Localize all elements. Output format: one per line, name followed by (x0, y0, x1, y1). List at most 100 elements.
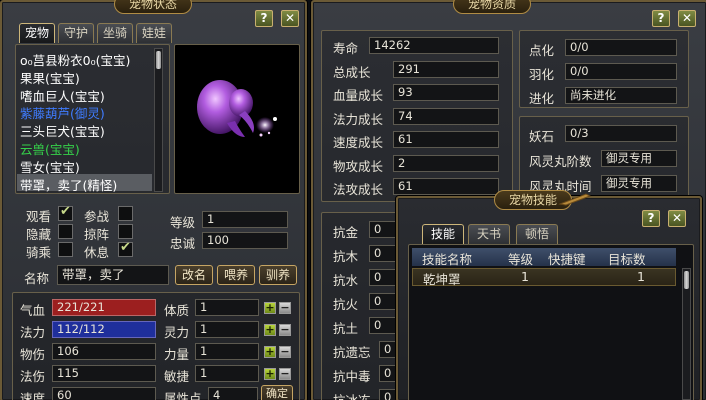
level-label: 等级 (170, 215, 196, 230)
help-button[interactable]: ? (255, 10, 273, 27)
stat-label: 法攻成长 (333, 182, 384, 197)
resist-label: 抗木 (333, 249, 359, 264)
pet-portrait (174, 44, 300, 194)
point-stat-label: 进化 (529, 91, 555, 106)
con-minus-button[interactable]: − (279, 302, 291, 314)
help-button[interactable]: ? (642, 210, 660, 227)
resist-label: 抗冰冻 (333, 390, 371, 400)
skill-list-scrollbar[interactable] (682, 268, 691, 400)
stat-value: 93 (393, 84, 499, 101)
name-label: 名称 (24, 271, 50, 286)
agi-plus-button[interactable]: + (264, 368, 276, 380)
rename-button[interactable]: 改名 (175, 265, 213, 285)
str-label: 力量 (164, 347, 190, 362)
speed-label: 速度 (20, 391, 46, 400)
col-skill-name: 技能名称 (422, 252, 473, 267)
skill-level: 1 (521, 269, 529, 284)
stat-value: 74 (393, 107, 499, 125)
resist-label: 抗火 (333, 297, 359, 312)
str-minus-button[interactable]: − (279, 346, 291, 358)
con-plus-button[interactable]: + (264, 302, 276, 314)
help-button[interactable]: ? (652, 10, 670, 27)
int-minus-button[interactable]: − (279, 324, 291, 336)
con-label: 体质 (164, 303, 190, 318)
tab-dunwu[interactable]: 顿悟 (516, 224, 558, 244)
resist-label: 抗中毒 (333, 369, 371, 384)
stat-label: 寿命 (333, 41, 359, 56)
matk-value: 115 (52, 365, 156, 382)
checkbox-label-rest: 休息 (84, 245, 110, 260)
close-button[interactable]: ✕ (668, 210, 686, 227)
tab-pet[interactable]: 宠物 (19, 23, 55, 43)
list-item[interactable]: 紫藤葫芦(御灵) (20, 103, 105, 122)
scroll-thumb[interactable] (156, 51, 161, 69)
resist-label: 抗金 (333, 225, 359, 240)
stat-value: 61 (393, 131, 499, 148)
int-plus-button[interactable]: + (264, 324, 276, 336)
tab-mount[interactable]: 坐骑 (97, 23, 133, 43)
close-button[interactable]: ✕ (678, 10, 696, 27)
str-plus-button[interactable]: + (264, 346, 276, 358)
skill-name: 乾坤罩 (423, 272, 461, 287)
pet-list-scrollbar[interactable] (154, 48, 163, 192)
list-item[interactable]: o₀莒县粉衣0₀(宝宝) (20, 50, 130, 69)
spirit-stat-value: 御灵专用 (601, 175, 677, 192)
resist-label: 抗水 (333, 273, 359, 288)
table-row[interactable]: 乾坤罩 1 1 (412, 268, 676, 287)
tame-button[interactable]: 驯养 (259, 265, 297, 285)
list-item[interactable]: 云兽(宝宝) (20, 139, 80, 158)
list-item[interactable]: 嗜血巨人(宝宝) (20, 86, 105, 105)
stat-label: 速度成长 (333, 135, 384, 150)
skill-targets: 1 (637, 269, 645, 284)
formation-checkbox[interactable] (118, 224, 133, 239)
watch-checkbox[interactable] (58, 204, 73, 221)
str-value: 1 (195, 343, 259, 360)
stat-label: 血量成长 (333, 88, 384, 103)
stat-value: 291 (393, 60, 499, 78)
agi-label: 敏捷 (164, 369, 190, 384)
list-item[interactable]: 带罩，卖了(精怪) (20, 175, 117, 194)
tab-tianshu[interactable]: 天书 (468, 224, 510, 244)
hide-checkbox[interactable] (58, 224, 73, 239)
checkbox-label-watch: 观看 (26, 209, 52, 224)
battle-checkbox[interactable] (118, 206, 133, 221)
tab-doll[interactable]: 娃娃 (136, 23, 172, 43)
gourd-spirit-image (197, 80, 277, 137)
pet-status-panel: 宠物状态 ? ✕ 宠物 守护 坐骑 娃娃 观看 ✔ 参战 隐藏 掠阵 骑乘 休息… (0, 0, 307, 400)
ride-checkbox[interactable] (58, 242, 73, 257)
hp-label: 气血 (20, 303, 46, 318)
int-label: 灵力 (164, 325, 190, 340)
point-stat-value: 尚未进化 (565, 87, 677, 104)
stat-value: 61 (393, 178, 499, 195)
stat-label: 法力成长 (333, 111, 384, 127)
spirit-stat-label: 风灵丸阶数 (529, 154, 592, 169)
list-item[interactable]: 果果(宝宝) (20, 68, 80, 87)
point-stat-value: 0/0 (565, 63, 677, 80)
name-input[interactable]: 带罩，卖了 (57, 265, 169, 285)
tab-skills[interactable]: 技能 (422, 224, 464, 244)
close-button[interactable]: ✕ (281, 10, 299, 27)
level-value: 1 (202, 211, 288, 228)
checkbox-label-formation: 掠阵 (84, 227, 110, 242)
col-targets: 目标数 (608, 252, 646, 267)
rest-checkbox[interactable] (118, 240, 133, 257)
pet-quality-title: 宠物资质 (453, 0, 532, 14)
col-level: 等级 (508, 252, 534, 267)
scroll-thumb[interactable] (684, 271, 689, 289)
pet-status-title: 宠物状态 (114, 0, 193, 14)
col-hotkey: 快捷键 (548, 252, 586, 267)
list-item[interactable]: 三头巨犬(宝宝) (20, 121, 105, 140)
pet-skill-panel: 宠物技能 ? ✕ 技能 天书 顿悟 技能名称 等级 快捷键 目标数 乾坤罩 1 … (396, 190, 702, 400)
spirit-stat-value: 0/3 (565, 125, 677, 142)
feed-button[interactable]: 喂养 (217, 265, 255, 285)
stat-value: 14262 (369, 37, 499, 54)
confirm-button[interactable]: 确定 (261, 385, 293, 400)
hp-bar: 221/221 (52, 299, 156, 316)
mp-label: 法力 (20, 325, 46, 340)
checkbox-label-ride: 骑乘 (26, 245, 52, 260)
int-value: 1 (195, 321, 259, 338)
tab-guard[interactable]: 守护 (58, 23, 94, 43)
resist-label: 抗遗忘 (333, 345, 371, 360)
agi-minus-button[interactable]: − (279, 368, 291, 380)
patk-label: 物伤 (20, 347, 46, 362)
